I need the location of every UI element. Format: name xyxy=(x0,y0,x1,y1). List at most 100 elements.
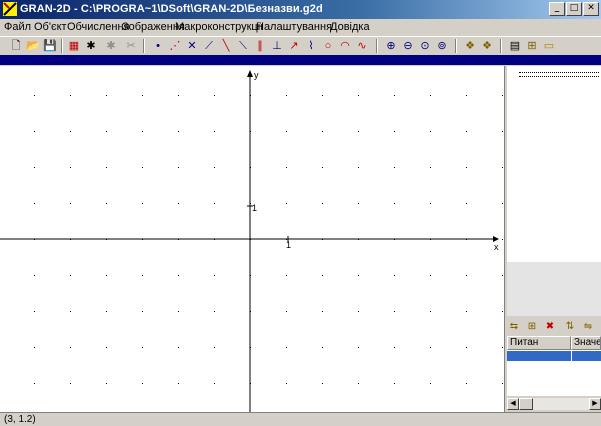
grid-dot xyxy=(106,383,107,384)
circle-icon[interactable]: ○ xyxy=(320,38,336,54)
object-list-area[interactable] xyxy=(507,66,601,262)
macro-toolbar: ⇆ ⊞ ✖ ⇅ ⇋ xyxy=(507,320,601,334)
menu-help[interactable]: Довідка xyxy=(330,21,370,33)
column-header-value[interactable]: Значен xyxy=(571,336,601,350)
grid-dot xyxy=(286,167,287,168)
zoom-fit-icon[interactable]: ⊙ xyxy=(417,38,433,54)
toolbar-separator xyxy=(61,39,63,53)
polyline-icon[interactable]: ⌇ xyxy=(303,38,319,54)
coordinate-plane[interactable]: y x 1 1 xyxy=(0,66,504,412)
y-axis-arrow-icon xyxy=(247,70,253,77)
macro-run-icon[interactable]: ❖ xyxy=(462,38,478,54)
grid-dot xyxy=(214,311,215,312)
grid-dot xyxy=(70,383,71,384)
perpendicular-icon[interactable]: ⊥ xyxy=(269,38,285,54)
grid-dot xyxy=(214,203,215,204)
point-on-line-icon[interactable]: ⋰ xyxy=(167,38,183,54)
macro-b-icon[interactable]: ⊞ xyxy=(525,320,539,334)
segment-icon[interactable]: ╲ xyxy=(218,38,234,54)
macro-delete-icon[interactable]: ✖ xyxy=(543,320,557,334)
menu-macros[interactable]: Макроконструкції xyxy=(175,21,263,33)
grid-dot xyxy=(394,275,395,276)
table-icon[interactable]: ▤ xyxy=(507,38,523,54)
save-icon[interactable]: 💾 xyxy=(42,38,58,54)
column-header-question[interactable]: Питан xyxy=(507,336,571,350)
values-table[interactable]: Питан Значен xyxy=(507,336,601,396)
grid-dot xyxy=(394,203,395,204)
intersection-icon[interactable]: ✕ xyxy=(184,38,200,54)
graph-table-icon[interactable]: ⊞ xyxy=(524,38,540,54)
macro-c-icon[interactable]: ⇅ xyxy=(563,320,577,334)
selected-row[interactable] xyxy=(507,351,601,361)
grid-dot xyxy=(322,347,323,348)
menu-file[interactable]: Файл xyxy=(4,21,31,33)
grid-dot xyxy=(358,311,359,312)
grid-dot xyxy=(322,167,323,168)
folder-graph-icon[interactable]: ▭ xyxy=(541,38,557,54)
grid-dot xyxy=(466,347,467,348)
zoom-out-icon[interactable]: ⊖ xyxy=(400,38,416,54)
grid-dot xyxy=(70,347,71,348)
grid-dot xyxy=(178,311,179,312)
scroll-thumb[interactable] xyxy=(519,398,533,410)
horizontal-scrollbar[interactable]: ◀ ▶ xyxy=(507,398,601,410)
maximize-button[interactable]: □ xyxy=(566,2,582,16)
grid-dot xyxy=(286,95,287,96)
vector-icon[interactable]: ↗ xyxy=(286,38,302,54)
grid-dot xyxy=(214,131,215,132)
grid-dot xyxy=(430,275,431,276)
y-axis-label: y xyxy=(254,70,259,80)
grid-dot xyxy=(502,167,503,168)
open-folder-icon[interactable]: 📂 xyxy=(25,38,41,54)
grid-dot xyxy=(142,311,143,312)
minimize-button[interactable]: _ xyxy=(549,2,565,16)
zoom-in-icon[interactable]: ⊕ xyxy=(383,38,399,54)
line-icon[interactable]: ⟋ xyxy=(201,38,217,54)
grid-dot xyxy=(502,383,503,384)
close-button[interactable]: ✕ xyxy=(583,2,599,16)
ray-icon[interactable]: ⟍ xyxy=(235,38,251,54)
macro-edit-icon[interactable]: ❖ xyxy=(479,38,495,54)
menu-calculations[interactable]: Обчислення xyxy=(67,21,130,33)
grid-dot xyxy=(502,239,503,240)
grid-dot xyxy=(502,131,503,132)
grid-dot xyxy=(466,383,467,384)
grid-dot xyxy=(214,95,215,96)
grid-dot xyxy=(286,311,287,312)
grid-dot xyxy=(322,203,323,204)
grid-dot xyxy=(322,95,323,96)
grid-dot xyxy=(430,311,431,312)
curve-icon[interactable]: ∿ xyxy=(354,38,370,54)
grid-dot xyxy=(286,383,287,384)
arc-icon[interactable]: ◠ xyxy=(337,38,353,54)
grid-dot xyxy=(106,131,107,132)
zoom-reset-icon[interactable]: ⊚ xyxy=(434,38,450,54)
grid-dot xyxy=(358,95,359,96)
grid-dot xyxy=(34,383,35,384)
macro-a-icon[interactable]: ⇆ xyxy=(507,320,521,334)
scroll-right-arrow-icon[interactable]: ▶ xyxy=(589,398,601,410)
scroll-left-arrow-icon[interactable]: ◀ xyxy=(507,398,519,410)
grid-dot xyxy=(214,167,215,168)
menu-object[interactable]: Об'єкт xyxy=(34,21,67,33)
point-icon[interactable]: • xyxy=(150,38,166,54)
menu-settings[interactable]: Налаштування xyxy=(256,21,332,33)
macro-d-icon[interactable]: ⇋ xyxy=(581,320,595,334)
grid-dot xyxy=(70,131,71,132)
drawing-canvas[interactable]: y x 1 1 xyxy=(0,66,504,412)
settings-gear-icon[interactable]: ✱ xyxy=(83,38,99,54)
grid-dot xyxy=(394,167,395,168)
grid-dot xyxy=(34,347,35,348)
new-file-icon[interactable]: 🗋 xyxy=(8,38,24,54)
calculator-icon[interactable]: ▦ xyxy=(66,38,82,54)
parallel-icon[interactable]: ∥ xyxy=(252,38,268,54)
grid-dot xyxy=(358,203,359,204)
grid-dot xyxy=(106,167,107,168)
grid-dot xyxy=(214,383,215,384)
x-unit-label: 1 xyxy=(286,240,291,250)
header-strip xyxy=(0,55,601,65)
grid-dot xyxy=(286,275,287,276)
grid-dot xyxy=(106,203,107,204)
grid-dot xyxy=(34,275,35,276)
grid-dot xyxy=(502,347,503,348)
